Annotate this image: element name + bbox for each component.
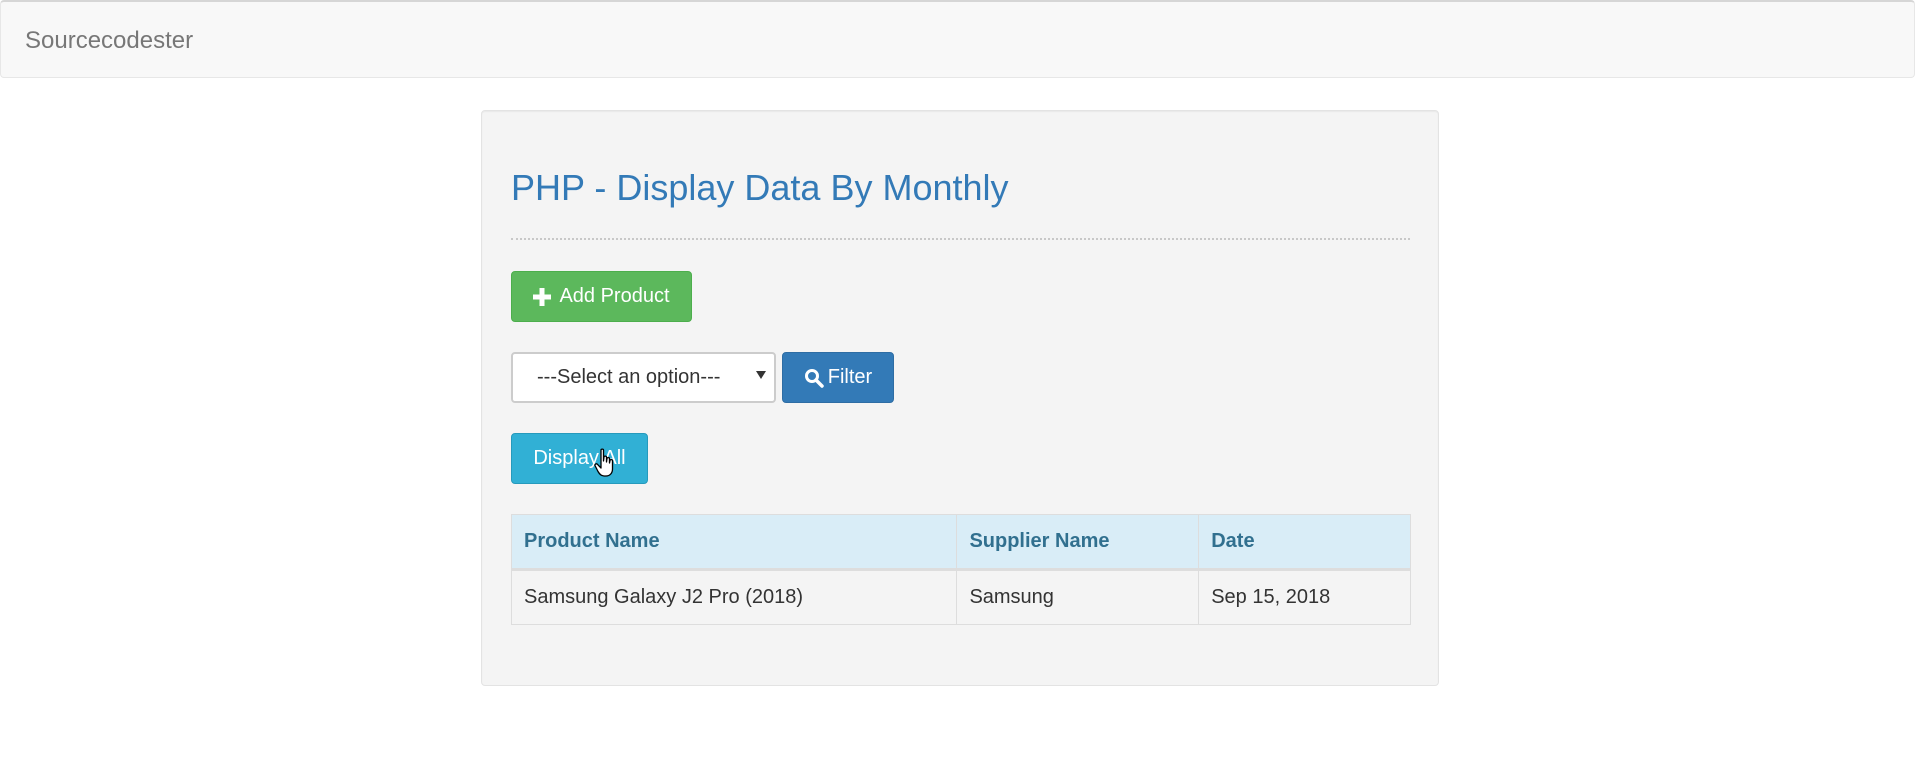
products-table: Product Name Supplier Name Date Samsung …: [510, 514, 1411, 625]
plus-icon: [533, 287, 552, 306]
cell-product-name: Samsung Galaxy J2 Pro (2018): [510, 569, 958, 625]
month-select-value: ---Select an option---: [537, 366, 721, 388]
filter-button[interactable]: Filter: [782, 352, 894, 403]
add-product-button[interactable]: Add Product: [511, 271, 692, 322]
navbar-brand[interactable]: Sourcecodester: [25, 26, 193, 56]
top-navbar: Sourcecodester: [0, 0, 1915, 78]
filter-label: Filter: [827, 366, 873, 388]
page-title: PHP - Display Data By Monthly: [511, 167, 1009, 208]
column-header-product-name: Product Name: [510, 514, 958, 571]
cell-supplier-name: Samsung: [956, 569, 1200, 625]
table-row: Samsung Galaxy J2 Pro (2018) Samsung Sep…: [510, 569, 1411, 625]
month-select[interactable]: ---Select an option---: [511, 352, 776, 403]
column-header-supplier-name: Supplier Name: [956, 514, 1200, 571]
table-header-row: Product Name Supplier Name Date: [510, 514, 1411, 571]
display-all-button[interactable]: Display All: [511, 433, 648, 484]
add-product-label: Add Product: [559, 285, 670, 307]
chevron-down-icon: [756, 371, 766, 379]
content-panel: PHP - Display Data By Monthly Add Produc…: [481, 110, 1439, 686]
search-icon: [804, 368, 824, 388]
hand-pointer-icon: [594, 448, 614, 477]
column-header-date: Date: [1198, 514, 1411, 571]
title-divider: [511, 238, 1410, 240]
cell-date: Sep 15, 2018: [1198, 569, 1411, 625]
